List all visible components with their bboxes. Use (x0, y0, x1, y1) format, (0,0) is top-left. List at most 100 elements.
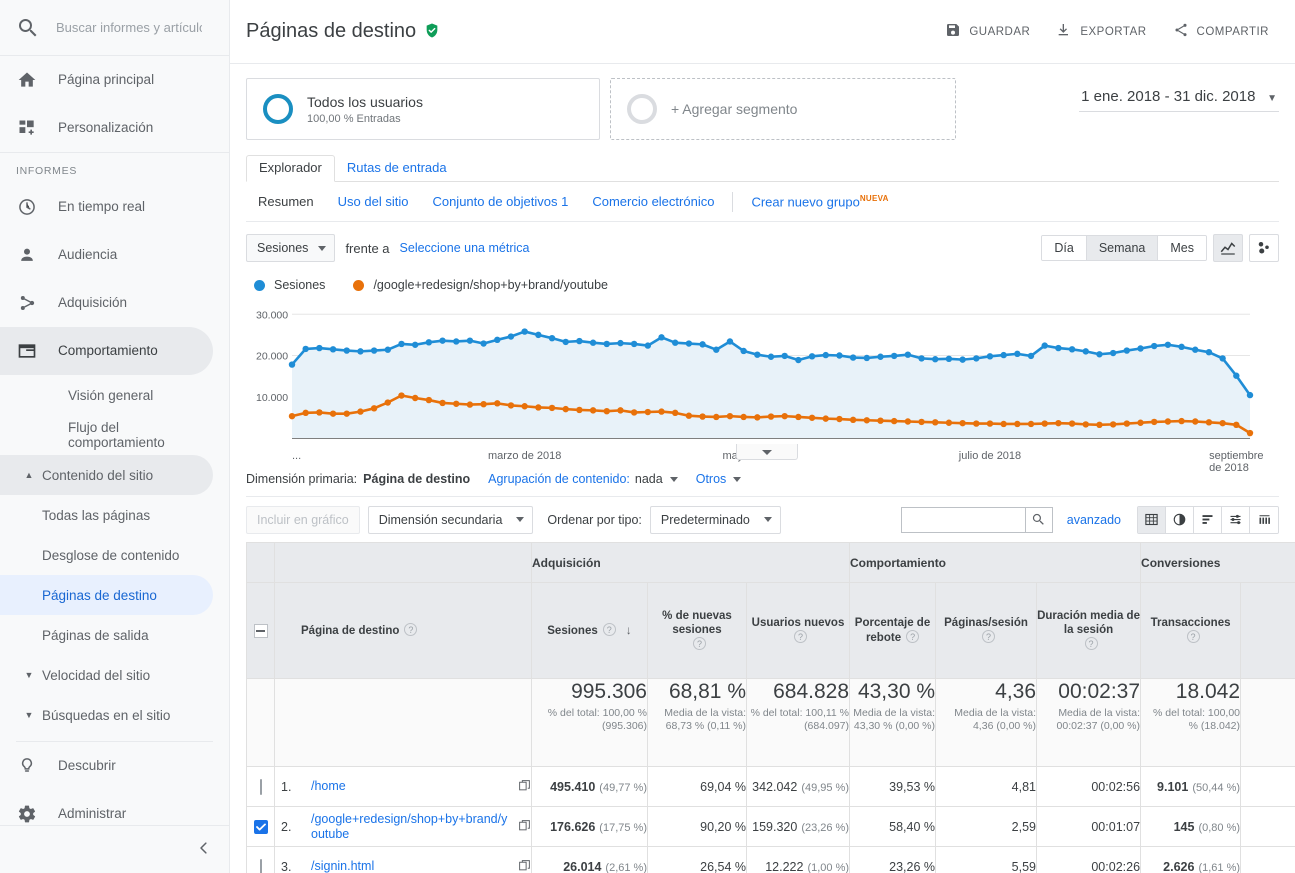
sidebar-item-personalizacion[interactable]: Personalización (0, 104, 213, 152)
sidebar-search[interactable] (0, 0, 229, 56)
primary-dimension-value[interactable]: Página de destino (363, 472, 470, 486)
help-icon[interactable]: ? (602, 623, 616, 636)
sidebar-subitem-flujo-comportamiento[interactable]: Flujo del comportamiento (0, 415, 213, 455)
column-header-transacciones[interactable]: Transacciones? (1140, 582, 1242, 679)
sidebar-item-pagina-principal[interactable]: Página principal (0, 56, 213, 104)
sort-type-select[interactable]: Predeterminado (649, 505, 781, 534)
column-header-duracion-media[interactable]: Duración media de la sesión? (1036, 582, 1142, 679)
granularity-group: Día Semana Mes (1041, 235, 1207, 261)
add-segment-button[interactable]: + Agregar segmento (610, 78, 956, 140)
pie-view-icon[interactable] (1166, 506, 1194, 533)
tab-explorador[interactable]: Explorador (246, 155, 335, 182)
table-search-button[interactable] (1024, 506, 1053, 533)
sort-arrow-icon: ↓ (625, 623, 632, 637)
subtab-comercio-electronico[interactable]: Comercio electrónico (580, 194, 726, 209)
sidebar-subitem-contenido-del-sitio[interactable]: ▲ Contenido del sitio (0, 455, 213, 495)
sort-type-label: Ordenar por tipo: (547, 512, 642, 527)
row-checkbox-cell[interactable] (246, 766, 275, 807)
chart-collapse-handle[interactable] (735, 444, 798, 460)
line-chart-icon[interactable] (1213, 234, 1243, 262)
segment-all-users[interactable]: Todos los usuarios 100,00 % Entradas (246, 78, 600, 140)
legend-item-sesiones[interactable]: Sesiones (254, 278, 325, 292)
granularity-mes[interactable]: Mes (1158, 236, 1206, 260)
timeline-chart[interactable]: 10.00020.00030.000 ...marzo de 2018mayo … (254, 298, 1279, 474)
subtab-conjunto-de-objetivos[interactable]: Conjunto de objetivos 1 (420, 194, 580, 209)
row-checkbox[interactable] (259, 778, 262, 795)
table-row[interactable]: 3. /signin.html 26.014 (2,61 %) 26,54 % … (246, 846, 1295, 873)
row-checkbox[interactable] (259, 858, 262, 873)
open-external-icon[interactable] (518, 779, 531, 795)
granularity-dia[interactable]: Día (1042, 236, 1087, 260)
open-external-icon[interactable] (518, 819, 531, 835)
date-range-picker[interactable]: 1 ene. 2018 - 31 dic. 2018 ▼ (1079, 78, 1279, 112)
row-new-sessions-pct: 69,04 % (647, 766, 747, 807)
help-icon[interactable]: ? (1084, 637, 1098, 650)
legend-item-youtube[interactable]: /google+redesign/shop+by+brand/youtube (353, 278, 608, 292)
subtab-label: Crear nuevo grupo (751, 194, 860, 210)
sidebar-subitem-paginas-de-destino[interactable]: Páginas de destino (0, 575, 213, 615)
table-row[interactable]: 2. /google+redesign/shop+by+brand/youtub… (246, 806, 1295, 847)
advanced-link[interactable]: avanzado (1067, 513, 1121, 527)
help-icon[interactable]: ? (794, 630, 807, 643)
search-input[interactable] (54, 19, 204, 36)
subtab-resumen[interactable]: Resumen (246, 194, 326, 209)
tab-rutas-de-entrada[interactable]: Rutas de entrada (335, 156, 459, 181)
sidebar-subitem-velocidad-del-sitio[interactable]: ▼ Velocidad del sitio (0, 655, 213, 695)
column-header-usuarios-nuevos[interactable]: Usuarios nuevos? (745, 582, 851, 679)
save-button[interactable]: GUARDAR (935, 14, 1040, 49)
help-icon[interactable]: ? (906, 630, 920, 643)
sidebar-subitem-vision-general[interactable]: Visión general (0, 375, 213, 415)
chevron-down-icon[interactable] (669, 476, 678, 482)
column-header-porcentaje-rebote[interactable]: Porcentaje de rebote? (849, 582, 937, 679)
sidebar-item-adquisicion[interactable]: Adquisición (0, 279, 213, 327)
row-page-link[interactable]: /signin.html (311, 859, 510, 873)
main-content: Páginas de destino GUARDAR EXPORTAR COMP… (230, 0, 1295, 873)
layout-icon (16, 340, 38, 362)
export-button[interactable]: EXPORTAR (1046, 14, 1156, 49)
help-icon[interactable]: ? (982, 630, 996, 643)
row-page-link[interactable]: /google+redesign/shop+by+brand/youtube (311, 812, 510, 842)
help-icon[interactable]: ? (693, 637, 706, 650)
share-button[interactable]: COMPARTIR (1163, 14, 1279, 49)
column-header-paginas-sesion[interactable]: Páginas/sesión? (935, 582, 1038, 679)
column-header-extra (1240, 582, 1295, 679)
column-header-pagina-de-destino[interactable]: Página de destino? (274, 582, 532, 679)
scatter-chart-icon[interactable] (1249, 234, 1279, 262)
sidebar-subitem-busquedas-en-el-sitio[interactable]: ▼ Búsquedas en el sitio (0, 695, 213, 735)
metric-select[interactable]: Sesiones (246, 234, 336, 262)
comparison-view-icon[interactable] (1222, 506, 1250, 533)
sidebar-item-descubrir[interactable]: Descubrir (0, 742, 213, 790)
row-checkbox[interactable] (253, 819, 268, 834)
column-header-sesiones[interactable]: Sesiones? ↓ (531, 582, 648, 679)
sidebar-item-en-tiempo-real[interactable]: En tiempo real (0, 183, 213, 231)
sidebar-subitem-desglose-de-contenido[interactable]: Desglose de contenido (0, 535, 213, 575)
sidebar-subitem-todas-las-paginas[interactable]: Todas las páginas (0, 495, 213, 535)
subtab-uso-del-sitio[interactable]: Uso del sitio (326, 194, 421, 209)
row-value: 342.042 (752, 779, 798, 794)
bar-view-icon[interactable] (1194, 506, 1222, 533)
sidebar-item-comportamiento[interactable]: Comportamiento (0, 327, 213, 375)
table-search-input[interactable] (900, 506, 1025, 533)
column-header-nuevas-sesiones[interactable]: % de nuevas sesiones? (647, 582, 747, 679)
secondary-dimension-select[interactable]: Dimensión secundaria (367, 505, 534, 534)
sidebar-collapse-button[interactable] (0, 825, 229, 873)
summary-value: 68,81 % (668, 680, 746, 703)
collapse-all-cell[interactable] (246, 582, 275, 679)
table-row[interactable]: 1. /home 495.410 (49,77 %) 69,04 % 342.0… (246, 766, 1295, 807)
otros-link[interactable]: Otros (696, 472, 727, 486)
open-external-icon[interactable] (518, 859, 531, 873)
granularity-semana[interactable]: Semana (1086, 236, 1159, 260)
content-grouping-link[interactable]: Agrupación de contenido: (488, 472, 630, 486)
sidebar-subitem-paginas-de-salida[interactable]: Páginas de salida (0, 615, 213, 655)
help-icon[interactable]: ? (1186, 630, 1200, 643)
help-icon[interactable]: ? (404, 623, 418, 636)
pivot-view-icon[interactable] (1250, 506, 1278, 533)
table-view-icon[interactable] (1138, 506, 1166, 533)
row-checkbox-cell[interactable] (246, 806, 275, 847)
chevron-down-icon[interactable] (733, 476, 742, 482)
row-checkbox-cell[interactable] (246, 846, 275, 873)
select-metric-link[interactable]: Seleccione una métrica (400, 241, 530, 255)
row-page-link[interactable]: /home (311, 779, 510, 794)
subtab-crear-nuevo-grupo[interactable]: Crear nuevo grupoNUEVA (739, 194, 900, 209)
sidebar-item-audiencia[interactable]: Audiencia (0, 231, 213, 279)
